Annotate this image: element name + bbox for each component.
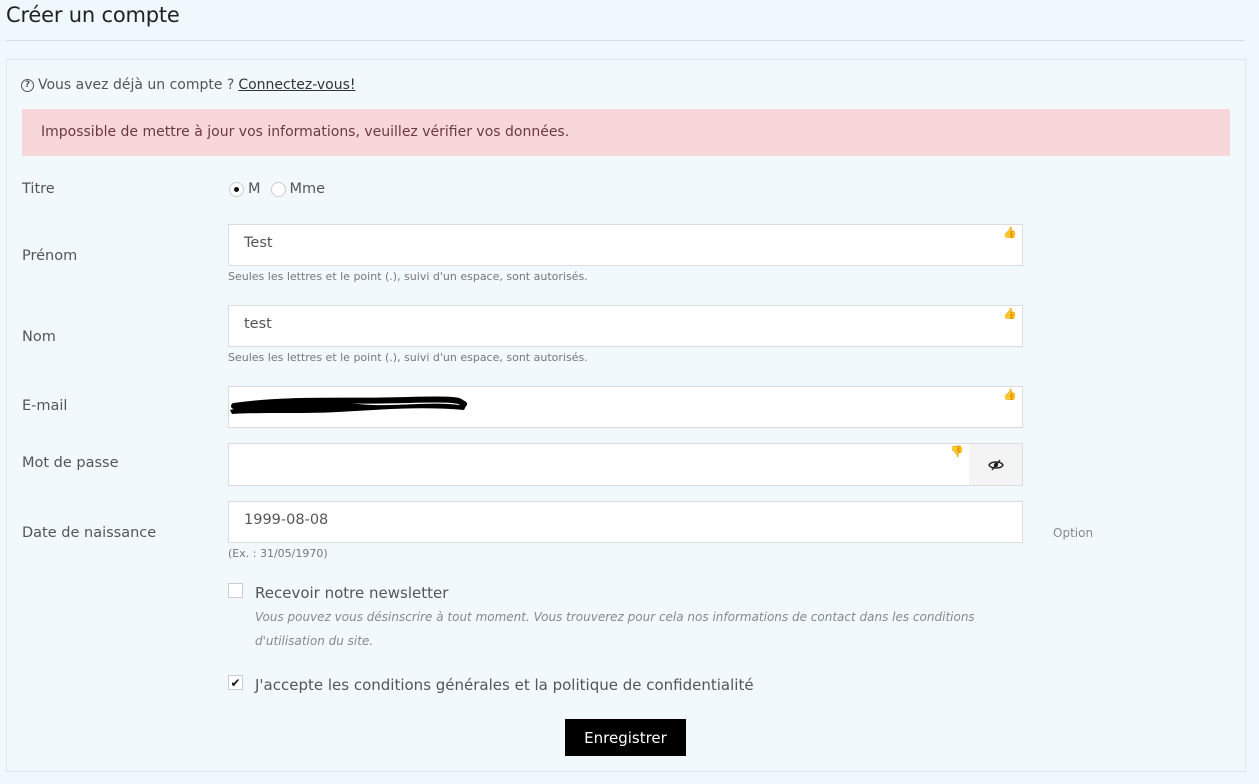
password-label: Mot de passe — [22, 455, 119, 471]
terms-checkbox[interactable]: ✔ — [228, 675, 243, 690]
birthday-label: Date de naissance — [22, 525, 157, 541]
newsletter-label: Recevoir notre newsletter — [255, 584, 449, 602]
login-prompt: ? Vous avez déjà un compte ? Connectez-v… — [21, 77, 356, 93]
last-name-input[interactable]: test 👍 — [228, 305, 1023, 347]
optional-tag: Option — [1053, 526, 1094, 540]
first-name-help: Seules les lettres et le point (.), suiv… — [228, 270, 588, 283]
show-password-button[interactable] — [969, 443, 1023, 486]
newsletter-checkbox[interactable] — [228, 583, 243, 598]
login-prompt-text: Vous avez déjà un compte ? — [38, 77, 235, 93]
register-button[interactable]: Enregistrer — [565, 719, 686, 756]
first-name-label: Prénom — [22, 248, 78, 264]
title-radio-group: M Mme — [229, 181, 335, 197]
title-option-m[interactable]: M — [229, 181, 261, 197]
title-divider — [6, 40, 1245, 41]
title-option-mme[interactable]: Mme — [270, 181, 326, 197]
redaction-scribble — [230, 396, 467, 414]
radio-mme-label: Mme — [289, 181, 326, 197]
last-name-value: test — [244, 316, 272, 332]
question-circle-icon: ? — [21, 78, 34, 92]
birthday-value: 1999-08-08 — [244, 512, 329, 528]
birthday-input[interactable]: 1999-08-08 — [228, 501, 1023, 543]
newsletter-note: Vous pouvez vous désinscrire à tout mome… — [255, 610, 975, 648]
last-name-help: Seules les lettres et le point (.), suiv… — [228, 351, 588, 364]
radio-m-label: M — [248, 181, 261, 197]
thumbs-up-icon: 👍 — [1003, 388, 1017, 401]
last-name-label: Nom — [22, 329, 56, 345]
email-label: E-mail — [22, 398, 68, 414]
first-name-input[interactable]: Test 👍 — [228, 224, 1023, 266]
page-title: Créer un compte — [6, 3, 180, 27]
thumbs-up-icon: 👍 — [1003, 307, 1017, 320]
title-label: Titre — [22, 181, 55, 197]
thumbs-up-icon: 👍 — [1003, 226, 1017, 239]
terms-label: J'accepte les conditions générales et la… — [255, 676, 754, 694]
error-alert: Impossible de mettre à jour vos informat… — [22, 109, 1230, 156]
thumbs-down-icon: 👎 — [950, 445, 964, 458]
radio-m[interactable] — [229, 181, 244, 197]
birthday-help: (Ex. : 31/05/1970) — [228, 547, 328, 560]
first-name-value: Test — [244, 235, 273, 251]
radio-mme[interactable] — [270, 181, 286, 197]
eye-slash-icon — [987, 459, 1004, 470]
password-input[interactable]: 👎 — [228, 443, 970, 486]
login-link[interactable]: Connectez-vous! — [238, 77, 355, 93]
check-icon: ✔ — [230, 675, 241, 690]
